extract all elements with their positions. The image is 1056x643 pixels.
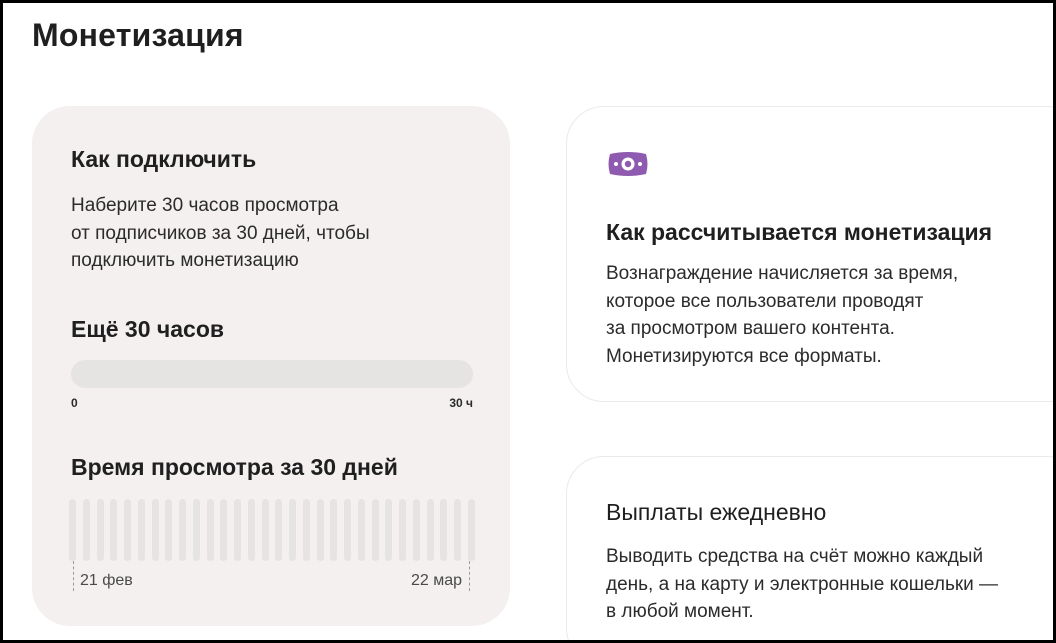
watch-time-bar (96, 499, 104, 561)
watch-time-bar (82, 499, 90, 561)
watch-time-bar (289, 499, 297, 561)
payouts-card: Выплаты ежедневно Выводить средства на с… (566, 456, 1053, 640)
watch-time-bar (412, 499, 420, 561)
connect-description: Наберите 30 часов просмотра от подписчик… (71, 192, 451, 275)
payouts-line: Выводить средства на счёт можно каждый (606, 546, 984, 567)
watch-time-bar (330, 499, 338, 561)
connect-title: Как подключить (71, 146, 257, 172)
page-title: Монетизация (32, 17, 244, 53)
watch-time-bar (137, 499, 145, 561)
watch-time-bar (371, 499, 379, 561)
monetization-page: Монетизация Как подключить Наберите 30 ч… (0, 0, 1056, 643)
calculation-line: Монетизируются все форматы. (606, 345, 882, 367)
chart-end-date: 22 мар (410, 572, 462, 589)
watch-time-bar (440, 499, 448, 561)
watch-time-title: Время просмотра за 30 дней (71, 454, 398, 480)
connect-line: Наберите 30 часов просмотра (71, 195, 339, 216)
watch-time-bar (357, 499, 365, 561)
axis-end-tick (469, 561, 470, 591)
watch-hours-progress-bar (71, 360, 473, 388)
watch-time-bar (261, 499, 269, 561)
calculation-title: Как рассчитывается монетизация (606, 219, 993, 245)
watch-time-bar (454, 499, 462, 561)
watch-time-bar (69, 499, 76, 561)
connect-line: подключить монетизацию (71, 250, 299, 271)
watch-time-bar (110, 499, 118, 561)
payouts-line: в любой момент. (606, 601, 754, 622)
calculation-line: за просмотром вашего контента. (606, 318, 895, 339)
watch-time-bar (192, 499, 200, 561)
watch-time-bar (275, 499, 283, 561)
calculation-line: Вознаграждение начисляется за время, (606, 263, 959, 284)
progress-min-label: 0 (71, 396, 78, 410)
connect-line: от подписчиков за 30 дней, чтобы (71, 222, 370, 244)
watch-time-bar (385, 499, 393, 561)
axis-start-tick (73, 561, 74, 591)
watch-time-bar (220, 499, 228, 561)
chart-start-date: 21 фев (80, 572, 133, 589)
watch-time-bar (165, 499, 173, 561)
connect-card: Как подключить Наберите 30 часов просмот… (32, 106, 510, 626)
watch-time-bar (247, 499, 255, 561)
calculation-card: Как рассчитывается монетизация Вознаграж… (566, 106, 1053, 402)
watch-time-bar (316, 499, 324, 561)
watch-time-bar (234, 499, 242, 561)
watch-time-bar (302, 499, 310, 561)
money-icon (608, 152, 648, 176)
watch-time-bar (206, 499, 214, 561)
watch-time-bar (426, 499, 434, 561)
progress-max-label: 30 ч (449, 396, 473, 410)
payouts-line: день, а на карту и электронные кошельки … (606, 573, 999, 595)
watch-time-bar (151, 499, 159, 561)
calculation-description: Вознаграждение начисляется за время, кот… (606, 260, 1053, 370)
watch-time-bar (344, 499, 352, 561)
payouts-description: Выводить средства на счёт можно каждый д… (606, 543, 1053, 626)
watch-time-bar (468, 499, 475, 561)
calculation-line: которое все пользователи проводят (606, 290, 924, 312)
watch-time-bar (179, 499, 187, 561)
remaining-hours-title: Ещё 30 часов (71, 316, 225, 342)
watch-time-chart (69, 499, 475, 561)
watch-time-bar (399, 499, 407, 561)
payouts-title: Выплаты ежедневно (606, 499, 827, 525)
watch-time-bar (124, 499, 132, 561)
